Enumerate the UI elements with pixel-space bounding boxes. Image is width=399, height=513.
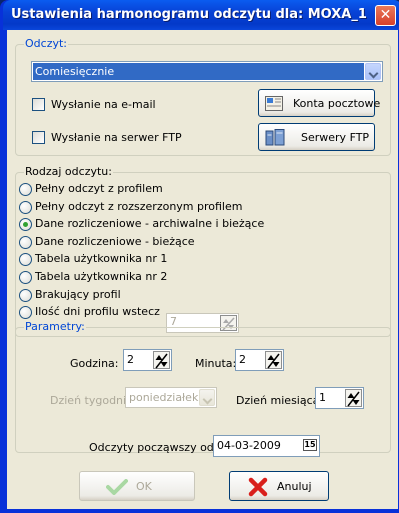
- rodzaj-group: Rodzaj odczytu: Pełny odczyt z profilem P…: [15, 165, 391, 337]
- check-icon: [106, 479, 128, 495]
- rodzaj-legend: Rodzaj odczytu:: [24, 165, 113, 178]
- read-type-radio-4[interactable]: [19, 235, 32, 249]
- ftp-checkbox[interactable]: [32, 131, 45, 144]
- cancel-label: Anuluj: [277, 479, 312, 493]
- ok-label: OK: [136, 479, 152, 493]
- hour-value: 2: [127, 353, 134, 366]
- read-type-radio-3[interactable]: [19, 218, 32, 232]
- dialog-body: Odczyt: Comiesięcznie Wysłanie na e-mail…: [7, 30, 398, 509]
- parametry-legend: Parametry:: [24, 320, 86, 333]
- read-type-radio-label: Pełny odczyt z rozszerzonym profilem: [35, 199, 243, 213]
- window-title: Ustawienia harmonogramu odczytu dla: MOX…: [11, 7, 367, 22]
- monthday-label: Dzień miesiąca:: [236, 394, 324, 407]
- monthday-value: 1: [319, 391, 326, 404]
- ftp-servers-button[interactable]: Serwery FTP: [258, 123, 375, 151]
- read-type-radio-8[interactable]: [19, 306, 32, 320]
- ftp-server-icon: [265, 129, 285, 146]
- odczyt-group: Odczyt: Comiesięcznie Wysłanie na e-mail…: [15, 37, 391, 156]
- hour-label: Godzina:: [70, 357, 119, 370]
- read-type-radio-label: Tabela użytkownika nr 2: [35, 270, 168, 283]
- chevron-down-icon[interactable]: [199, 389, 215, 406]
- start-date-picker[interactable]: 04-03-2009 15: [213, 435, 320, 457]
- weekday-label: Dzień tygodnia:: [50, 394, 137, 407]
- calendar-icon[interactable]: 15: [303, 439, 317, 451]
- start-date-label: Odczyty począwszy od:: [89, 441, 218, 454]
- monthday-stepper[interactable]: 1: [315, 387, 364, 409]
- cancel-x-icon: [248, 477, 268, 497]
- read-type-radio-6[interactable]: [19, 271, 32, 284]
- read-type-radio-2[interactable]: [19, 200, 32, 214]
- read-type-radio-label: Brakujący profil: [35, 287, 121, 301]
- chevron-down-icon[interactable]: [365, 63, 381, 80]
- parametry-group: Parametry: Godzina: 2 Minuta: 2 Dzień ty…: [15, 320, 391, 453]
- weekday-select[interactable]: poniedziałek: [125, 387, 217, 408]
- frequency-select[interactable]: Comiesięcznie: [31, 61, 383, 82]
- read-type-radio-5[interactable]: [19, 253, 32, 267]
- ftp-checkbox-label: Wysłanie na serwer FTP: [51, 131, 182, 144]
- minute-value: 2: [239, 353, 246, 366]
- dialog-window: Ustawienia harmonogramu odczytu dla: MOX…: [0, 0, 399, 513]
- cancel-button[interactable]: Anuluj: [229, 471, 329, 501]
- read-type-radio-7[interactable]: [19, 288, 32, 302]
- read-type-radio-label: Pełny odczyt z profilem: [35, 182, 163, 195]
- ok-button[interactable]: OK: [79, 471, 195, 501]
- spin-arrows-icon[interactable]: [153, 351, 170, 369]
- close-button[interactable]: ✕: [375, 5, 396, 26]
- mail-account-icon: [265, 96, 283, 111]
- read-type-radio-label: Dane rozliczeniowe - bieżące: [35, 234, 195, 248]
- read-type-radio-1[interactable]: [19, 183, 32, 196]
- ftp-servers-label: Serwery FTP: [301, 130, 370, 144]
- title-bar[interactable]: Ustawienia harmonogramu odczytu dla: MOX…: [3, 0, 399, 30]
- email-checkbox[interactable]: [32, 98, 45, 111]
- minute-label: Minuta:: [195, 357, 237, 370]
- spin-arrows-icon[interactable]: [345, 389, 362, 407]
- read-type-radio-label: Ilość dni profilu wstecz: [35, 305, 160, 319]
- minute-stepper[interactable]: 2: [235, 349, 284, 371]
- read-type-radio-label: Dane rozliczeniowe - archiwalne i bieżąc…: [35, 217, 265, 231]
- weekday-value: poniedziałek: [129, 391, 199, 404]
- frequency-selected-value: Comiesięcznie: [33, 63, 364, 80]
- mail-accounts-button[interactable]: Konta pocztowe: [258, 89, 380, 117]
- mail-accounts-label: Konta pocztowe: [293, 96, 381, 110]
- hour-stepper[interactable]: 2: [123, 349, 172, 371]
- start-date-value: 04-03-2009: [217, 439, 281, 452]
- read-type-radio-label: Tabela użytkownika nr 1: [35, 252, 168, 266]
- email-checkbox-label: Wysłanie na e-mail: [51, 98, 156, 111]
- odczyt-legend: Odczyt:: [24, 37, 68, 50]
- spin-arrows-icon[interactable]: [265, 351, 282, 369]
